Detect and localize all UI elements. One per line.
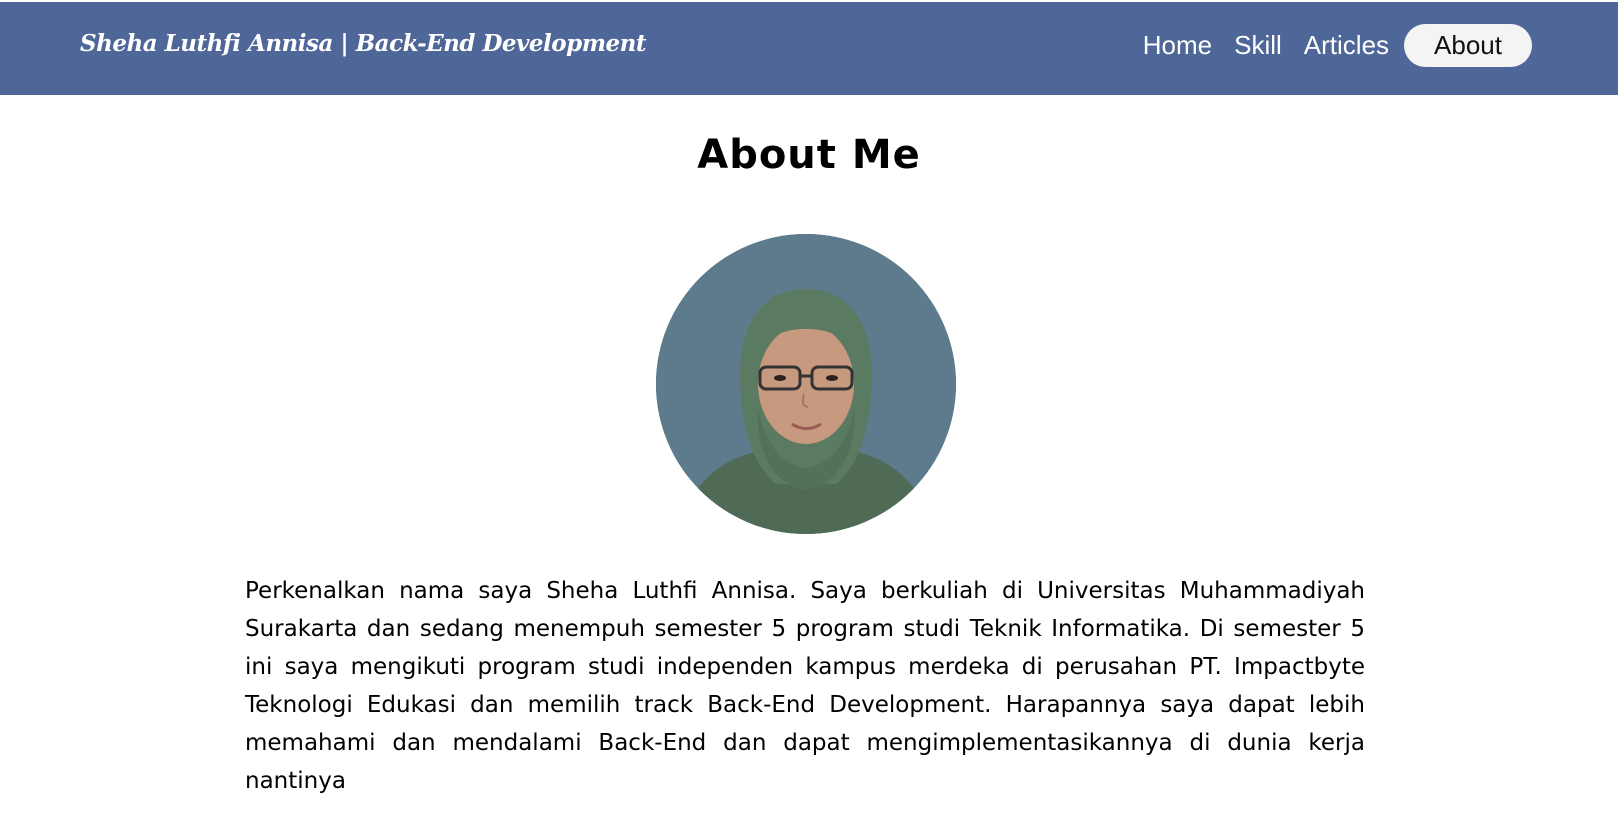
nav-link-home[interactable]: Home <box>1132 25 1223 66</box>
person-avatar-icon <box>656 234 956 534</box>
nav-menu: Home Skill Articles About <box>1132 24 1532 67</box>
nav-link-skill[interactable]: Skill <box>1223 25 1293 66</box>
profile-photo <box>656 234 956 534</box>
nav-link-about[interactable]: About <box>1404 24 1532 67</box>
nav-link-articles[interactable]: Articles <box>1293 25 1400 66</box>
about-bio-text: Perkenalkan nama saya Sheha Luthfi Annis… <box>245 578 1365 794</box>
site-brand[interactable]: Sheha Luthfi Annisa | Back-End Developme… <box>80 30 647 57</box>
page-title: About Me <box>697 132 921 178</box>
top-navbar: Sheha Luthfi Annisa | Back-End Developme… <box>0 2 1618 95</box>
